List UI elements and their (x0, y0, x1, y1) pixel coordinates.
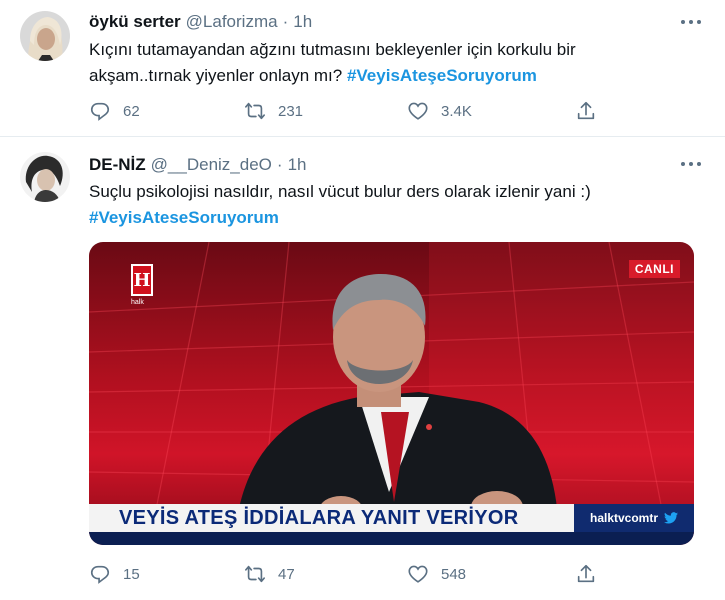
hashtag-link[interactable]: #VeyisAteşeSoruyorum (347, 66, 537, 85)
like-icon (408, 102, 428, 120)
tweet[interactable]: öykü serter @Laforizma · 1h Kıçını tutam… (0, 0, 725, 137)
tweet[interactable]: DE-NİZ @__Deniz_deO · 1h Suçlu psikoloji… (0, 138, 725, 600)
presenter-figure (234, 274, 559, 545)
display-name[interactable]: öykü serter (89, 12, 181, 32)
hashtag-link[interactable]: #VeyisAteseSoruyorum (89, 208, 279, 227)
retweet-count: 231 (278, 102, 304, 120)
tweet-text-line: Kıçını tutamayandan ağzını tutmasını bek… (89, 40, 576, 59)
ticker-bottom-bar (89, 532, 694, 545)
more-icon[interactable] (681, 161, 701, 167)
tweet-header: DE-NİZ @__Deniz_deO · 1h (89, 154, 306, 176)
tweet-text-segment: akşam..tırnak yiyenler onlayn mı? (89, 66, 347, 85)
tweet-text-line: akşam..tırnak yiyenler onlayn mı? #Veyis… (89, 63, 699, 89)
avatar[interactable] (20, 152, 70, 202)
retweet-button[interactable]: 231 (244, 98, 303, 124)
tweet-actions: 62 231 3.4K (89, 98, 619, 124)
tweet-text-line: Suçlu psikolojisi nasıldır, nasıl vücut … (89, 182, 591, 201)
reply-button[interactable]: 62 (89, 98, 140, 124)
reply-button[interactable]: 15 (89, 561, 140, 587)
ticker-channel: halktvcomtr (574, 504, 694, 532)
retweet-icon (245, 102, 265, 120)
share-icon (577, 101, 595, 120)
timestamp[interactable]: 1h (293, 12, 312, 32)
retweet-icon (245, 565, 265, 583)
separator-dot: · (282, 12, 289, 31)
avatar[interactable] (20, 11, 70, 61)
share-button[interactable] (575, 98, 597, 124)
more-icon[interactable] (681, 19, 701, 25)
reply-count: 62 (123, 102, 140, 120)
like-button[interactable]: 3.4K (407, 98, 472, 124)
user-handle[interactable]: @__Deniz_deO (151, 155, 272, 175)
like-button[interactable]: 548 (407, 561, 466, 587)
like-icon (408, 565, 428, 583)
timestamp[interactable]: 1h (288, 155, 307, 175)
news-ticker: VEYİS ATEŞ İDDİALARA YANIT VERİYOR halkt… (89, 504, 694, 532)
like-count: 548 (441, 565, 467, 583)
video-media[interactable]: Hhalk CANLI VEYİS ATEŞ İDDİALARA YANIT V… (89, 242, 694, 545)
retweet-button[interactable]: 47 (244, 561, 295, 587)
channel-name: halktvcomtr (589, 511, 659, 525)
reply-icon (90, 565, 110, 584)
separator-dot: · (276, 155, 283, 174)
tweet-text: Kıçını tutamayandan ağzını tutmasını bek… (89, 37, 699, 89)
user-handle[interactable]: @Laforizma (186, 12, 278, 32)
ticker-headline: VEYİS ATEŞ İDDİALARA YANIT VERİYOR (89, 504, 574, 532)
share-icon (577, 564, 595, 583)
twitter-bird-icon (664, 512, 679, 524)
tweet-text-line: #VeyisAteseSoruyorum (89, 205, 699, 231)
tweet-header: öykü serter @Laforizma · 1h (89, 11, 312, 33)
tweet-actions: 15 47 548 (89, 561, 619, 587)
display-name[interactable]: DE-NİZ (89, 155, 146, 175)
like-count: 3.4K (441, 102, 472, 120)
share-button[interactable] (575, 561, 597, 587)
tweet-text: Suçlu psikolojisi nasıldır, nasıl vücut … (89, 179, 699, 231)
reply-count: 15 (123, 565, 140, 583)
retweet-count: 47 (278, 565, 295, 583)
reply-icon (90, 102, 110, 121)
